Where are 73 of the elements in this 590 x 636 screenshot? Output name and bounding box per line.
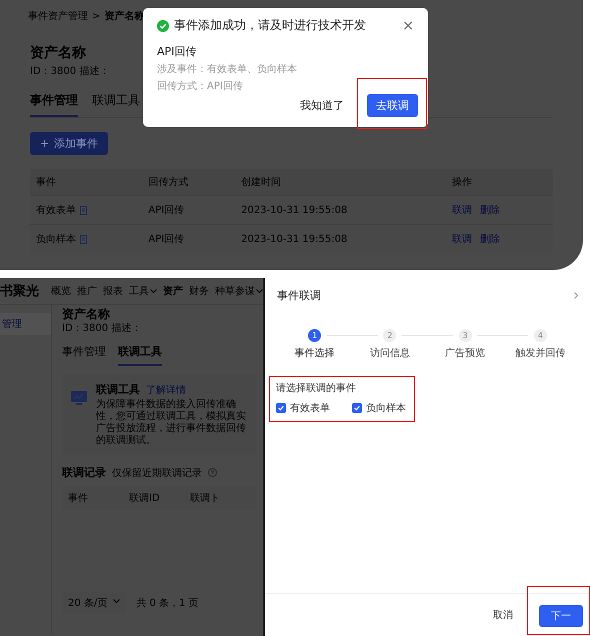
page-title: 资产名称	[62, 307, 110, 321]
chevron-down-icon	[113, 599, 120, 604]
hint-text: 仅保留近期联调记录	[112, 466, 202, 480]
column-header: 操作	[446, 169, 553, 196]
table-cell: API回传	[142, 196, 236, 224]
document-icon[interactable]	[80, 206, 87, 214]
tab[interactable]: 事件管理	[62, 341, 106, 366]
step-label: 广告预览	[445, 346, 486, 360]
action-link[interactable]: 删除	[480, 232, 500, 246]
checkbox-label: 有效表单	[290, 402, 330, 415]
table-cell-text: 有效表单	[36, 204, 76, 217]
nav-item[interactable]: 种草参谋	[215, 284, 263, 298]
column-header: 创建时间	[235, 169, 446, 196]
cancel-button[interactable]: 取消	[483, 604, 523, 626]
breadcrumb-separator: >	[92, 10, 100, 22]
card-description: 为保障事件数据的接入回传准确性，您可通过联调工具，模拟真实广告投放流程，进行事件数据回传的联调测试。	[96, 399, 247, 447]
brand-logo: 书聚光	[0, 283, 39, 300]
action-link[interactable]: 删除	[480, 203, 500, 217]
table-cell: 2023-10-31 19:55:08	[235, 196, 446, 224]
nav-item[interactable]: 财务	[189, 284, 209, 298]
card-title: 联调工具	[96, 382, 140, 397]
dialog-title: 事件添加成功，请及时进行技术开发	[174, 17, 366, 34]
table-cell: 2023-10-31 19:55:08	[235, 224, 446, 253]
breadcrumb-link[interactable]: 事件资产管理	[28, 9, 88, 23]
page-title: 资产名称	[30, 44, 86, 62]
checkbox[interactable]	[276, 403, 286, 413]
nav-item[interactable]: 资产	[163, 284, 183, 298]
action-link[interactable]: 联调	[452, 232, 472, 246]
success-icon	[157, 20, 169, 32]
nav-item[interactable]: 工具	[129, 284, 157, 298]
sidebar-item[interactable]: 管理	[0, 313, 51, 335]
page-summary: 共 0 条，1 页	[136, 596, 199, 610]
action-link[interactable]: 联调	[452, 203, 472, 217]
column-header: 联调ト	[190, 492, 221, 505]
column-header: 回传方式	[142, 169, 236, 196]
tab[interactable]: 联调工具	[118, 341, 162, 366]
dismiss-button[interactable]: 我知道了	[291, 94, 353, 117]
dialog-text: 回传方式：API回传	[157, 80, 244, 93]
document-icon[interactable]	[80, 234, 87, 244]
step-number: 1	[308, 329, 322, 342]
tab[interactable]: 事件管理	[30, 88, 78, 117]
column-header: 事件	[68, 492, 89, 505]
learn-more-link[interactable]: 了解详情	[146, 383, 186, 397]
dialog-text: 涉及事件：有效表单、负向样本	[157, 62, 298, 76]
step-number: 2	[383, 329, 396, 342]
column-header: 联调ID	[129, 492, 161, 505]
next-button[interactable]: 下一	[539, 604, 583, 626]
nav-item[interactable]: 推广	[77, 284, 97, 298]
close-button[interactable]: ×	[402, 18, 414, 34]
section-title: 联调记录	[62, 465, 106, 480]
step-label: 触发并回传	[515, 346, 566, 360]
checkbox-label: 负向样本	[366, 402, 406, 415]
asset-meta: ID：3800 描述：	[62, 322, 142, 335]
step-number: 3	[458, 329, 472, 342]
table-cell-text: 负向样本	[36, 232, 76, 246]
step-label: 访问信息	[370, 346, 410, 360]
checkbox[interactable]	[352, 403, 362, 413]
tab[interactable]: 联调工具	[92, 88, 140, 117]
help-icon[interactable]	[208, 468, 217, 477]
chevron-right-icon[interactable]	[574, 292, 578, 299]
table-cell: API回传	[142, 224, 236, 253]
dialog-heading: API回传	[157, 44, 198, 59]
nav-item[interactable]: 报表	[103, 284, 123, 298]
section-title: 请选择联调的事件	[276, 382, 357, 395]
drawer-title: 事件联调	[277, 288, 321, 303]
step-label: 事件选择	[294, 346, 335, 360]
step-number: 4	[534, 329, 547, 342]
nav-item[interactable]: 概览	[51, 284, 71, 298]
monitor-icon	[70, 390, 88, 406]
column-header: 事件	[30, 169, 142, 196]
asset-meta: ID：3800 描述：	[30, 64, 110, 78]
add-event-button[interactable]: + 添加事件	[30, 132, 108, 155]
debug-button[interactable]: 去联调	[367, 94, 418, 117]
